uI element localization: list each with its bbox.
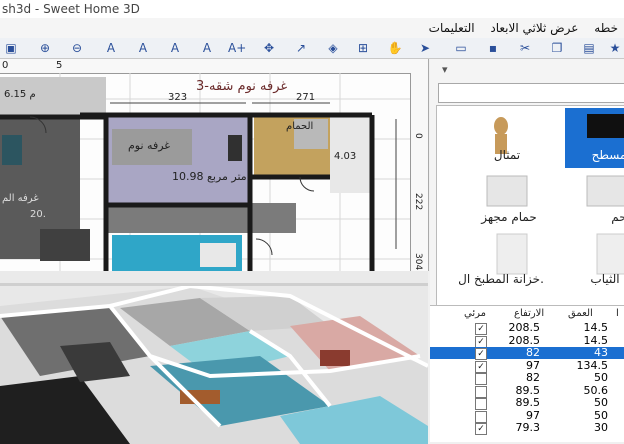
column-header-visible[interactable]: مرئي (464, 308, 486, 319)
visible-checkbox[interactable] (475, 410, 487, 423)
ruler-mark: 0 (413, 133, 423, 139)
plan-view[interactable]: 0 5 3-غرفه نوم شقه 323 271 غرفه نوم 10.9… (0, 59, 429, 271)
height-cell: 208.5 (508, 321, 541, 334)
height-cell: 89.5 (515, 396, 541, 409)
select-icon[interactable]: ➤ (416, 40, 434, 56)
table-row[interactable]: 97 50 (430, 408, 624, 423)
column-header-height[interactable]: الارتفاع (514, 308, 544, 319)
room-name-label: الحمام (286, 121, 314, 132)
room-area-label: 10.98 متر مربع (172, 170, 247, 183)
visible-checkbox[interactable]: ✓ (475, 348, 487, 360)
visible-checkbox[interactable]: ✓ (475, 360, 487, 373)
view-splitter[interactable] (0, 271, 428, 283)
column-header-width[interactable]: ا (616, 308, 619, 319)
room-name-label: غرفه الم (2, 193, 39, 204)
create-walls-icon[interactable]: ⊞ (354, 40, 372, 56)
ruler-mark: 222 (413, 193, 423, 211)
redo-icon[interactable]: ▪ (484, 40, 502, 56)
visible-checkbox[interactable] (475, 385, 487, 398)
table-row[interactable]: ✓ 97 134.5 (430, 358, 624, 373)
dimension-label: 20. (30, 209, 46, 220)
table-row[interactable]: ✓ 208.5 14.5 (430, 333, 624, 348)
vertical-ruler: 0 222 304 (410, 73, 428, 271)
visible-checkbox[interactable]: ✓ (475, 335, 487, 348)
column-header-depth[interactable]: العمق (568, 308, 593, 319)
depth-cell: 30 (594, 421, 608, 434)
table-row[interactable]: ✓ 208.5 14.5 (430, 321, 624, 335)
text-size-icon[interactable]: A (198, 40, 216, 56)
add-furniture-icon[interactable]: ★ (606, 40, 624, 56)
height-cell: 97 (526, 358, 540, 372)
visible-checkbox[interactable] (475, 398, 487, 410)
table-row[interactable]: 89.5 50.6 (430, 383, 624, 398)
catalog-panel: ▾ تمثال مسطح حمام مجهز حم خزانة المطبخ ا… (430, 59, 624, 442)
height-cell: 82 (526, 371, 540, 384)
table-row[interactable]: 89.5 50 (430, 396, 624, 410)
3d-view[interactable] (0, 283, 428, 444)
ruler-mark: 304 (413, 253, 423, 271)
room-area-label: 4.03 (334, 151, 357, 162)
catalog-item-wardrobe[interactable]: الثياب (561, 272, 624, 286)
undo-icon[interactable]: ▭ (452, 40, 470, 56)
depth-cell: 50 (594, 371, 608, 384)
dimension-label: 271 (296, 92, 316, 103)
copy-icon[interactable]: ❐ (548, 40, 566, 56)
catalog-item-bath[interactable]: حم (575, 210, 624, 224)
room-area-label: 6.15 م (4, 89, 36, 100)
height-cell: 97 (526, 408, 540, 422)
text-bold-icon[interactable]: A (134, 40, 152, 56)
add-polyline-icon[interactable]: ↗ (292, 40, 310, 56)
menu-plan[interactable]: خطه (588, 18, 624, 38)
chevron-down-icon[interactable]: ▾ (442, 63, 448, 76)
depth-cell: 50 (594, 408, 608, 422)
table-row[interactable]: ✓ 79.3 30 (430, 421, 624, 435)
text-italic-icon[interactable]: A (166, 40, 184, 56)
room-name-label: غرفه نوم (128, 139, 171, 152)
catalog-item-flat[interactable]: مسطح (565, 148, 624, 162)
height-cell: 89.5 (515, 383, 541, 397)
depth-cell: 134.5 (576, 358, 609, 372)
text-style-icon[interactable]: A (102, 40, 120, 56)
title-bar: sh3d - Sweet Home 3D (0, 0, 624, 18)
visible-checkbox[interactable]: ✓ (475, 323, 487, 335)
3d-scene (0, 286, 428, 444)
menu-help[interactable]: التعليمات (423, 18, 481, 38)
zoom-out-icon[interactable]: ⊖ (68, 40, 86, 56)
menu-bar: خطه عرض ثلاثي الابعاد التعليمات (0, 18, 624, 39)
visible-checkbox[interactable]: ✓ (475, 423, 487, 435)
menu-3d-view[interactable]: عرض ثلاثي الابعاد (484, 18, 584, 38)
create-rooms-icon[interactable]: ◈ (324, 40, 342, 56)
height-cell: 82 (526, 346, 540, 359)
paste-icon[interactable]: ▤ (580, 40, 598, 56)
zoom-in-icon[interactable]: ⊕ (36, 40, 54, 56)
depth-cell: 43 (594, 346, 608, 359)
room-title-label: 3-غرفه نوم شقه (196, 79, 288, 94)
depth-cell: 50.6 (583, 383, 609, 397)
table-row[interactable]: 82 50 (430, 371, 624, 385)
cut-icon[interactable]: ✂ (516, 40, 534, 56)
depth-cell: 14.5 (583, 321, 609, 334)
add-dimension-icon[interactable]: ✥ (260, 40, 278, 56)
toolbar: ▣ ⊕ ⊖ A A A A A+ ✥ ↗ ◈ ⊞ ✋ ➤ ▭ ▪ ✂ ❐ ▤ ★ (0, 38, 624, 59)
print-icon[interactable]: ▣ (2, 40, 20, 56)
catalog-item-bathroom[interactable]: حمام مجهز (465, 210, 553, 224)
depth-cell: 14.5 (583, 333, 609, 347)
height-cell: 79.3 (515, 421, 541, 434)
visible-checkbox[interactable] (475, 373, 487, 385)
catalog-search-input[interactable] (438, 83, 624, 103)
depth-cell: 50 (594, 396, 608, 409)
window-title: sh3d - Sweet Home 3D (2, 2, 140, 16)
dimension-label: 323 (168, 92, 188, 103)
table-row[interactable]: ✓ 82 43 (430, 346, 624, 360)
catalog-item-statue[interactable]: تمثال (463, 148, 551, 162)
pan-icon[interactable]: ✋ (386, 40, 404, 56)
catalog-item-kitchen-cabinet[interactable]: خزانة المطبخ ال. (457, 272, 545, 286)
height-cell: 208.5 (508, 333, 541, 347)
add-text-icon[interactable]: A+ (228, 40, 246, 56)
furniture-table: مرئي الارتفاع العمق ا ✓ 208.5 14.5 ✓ 208.5 14… (430, 305, 624, 442)
